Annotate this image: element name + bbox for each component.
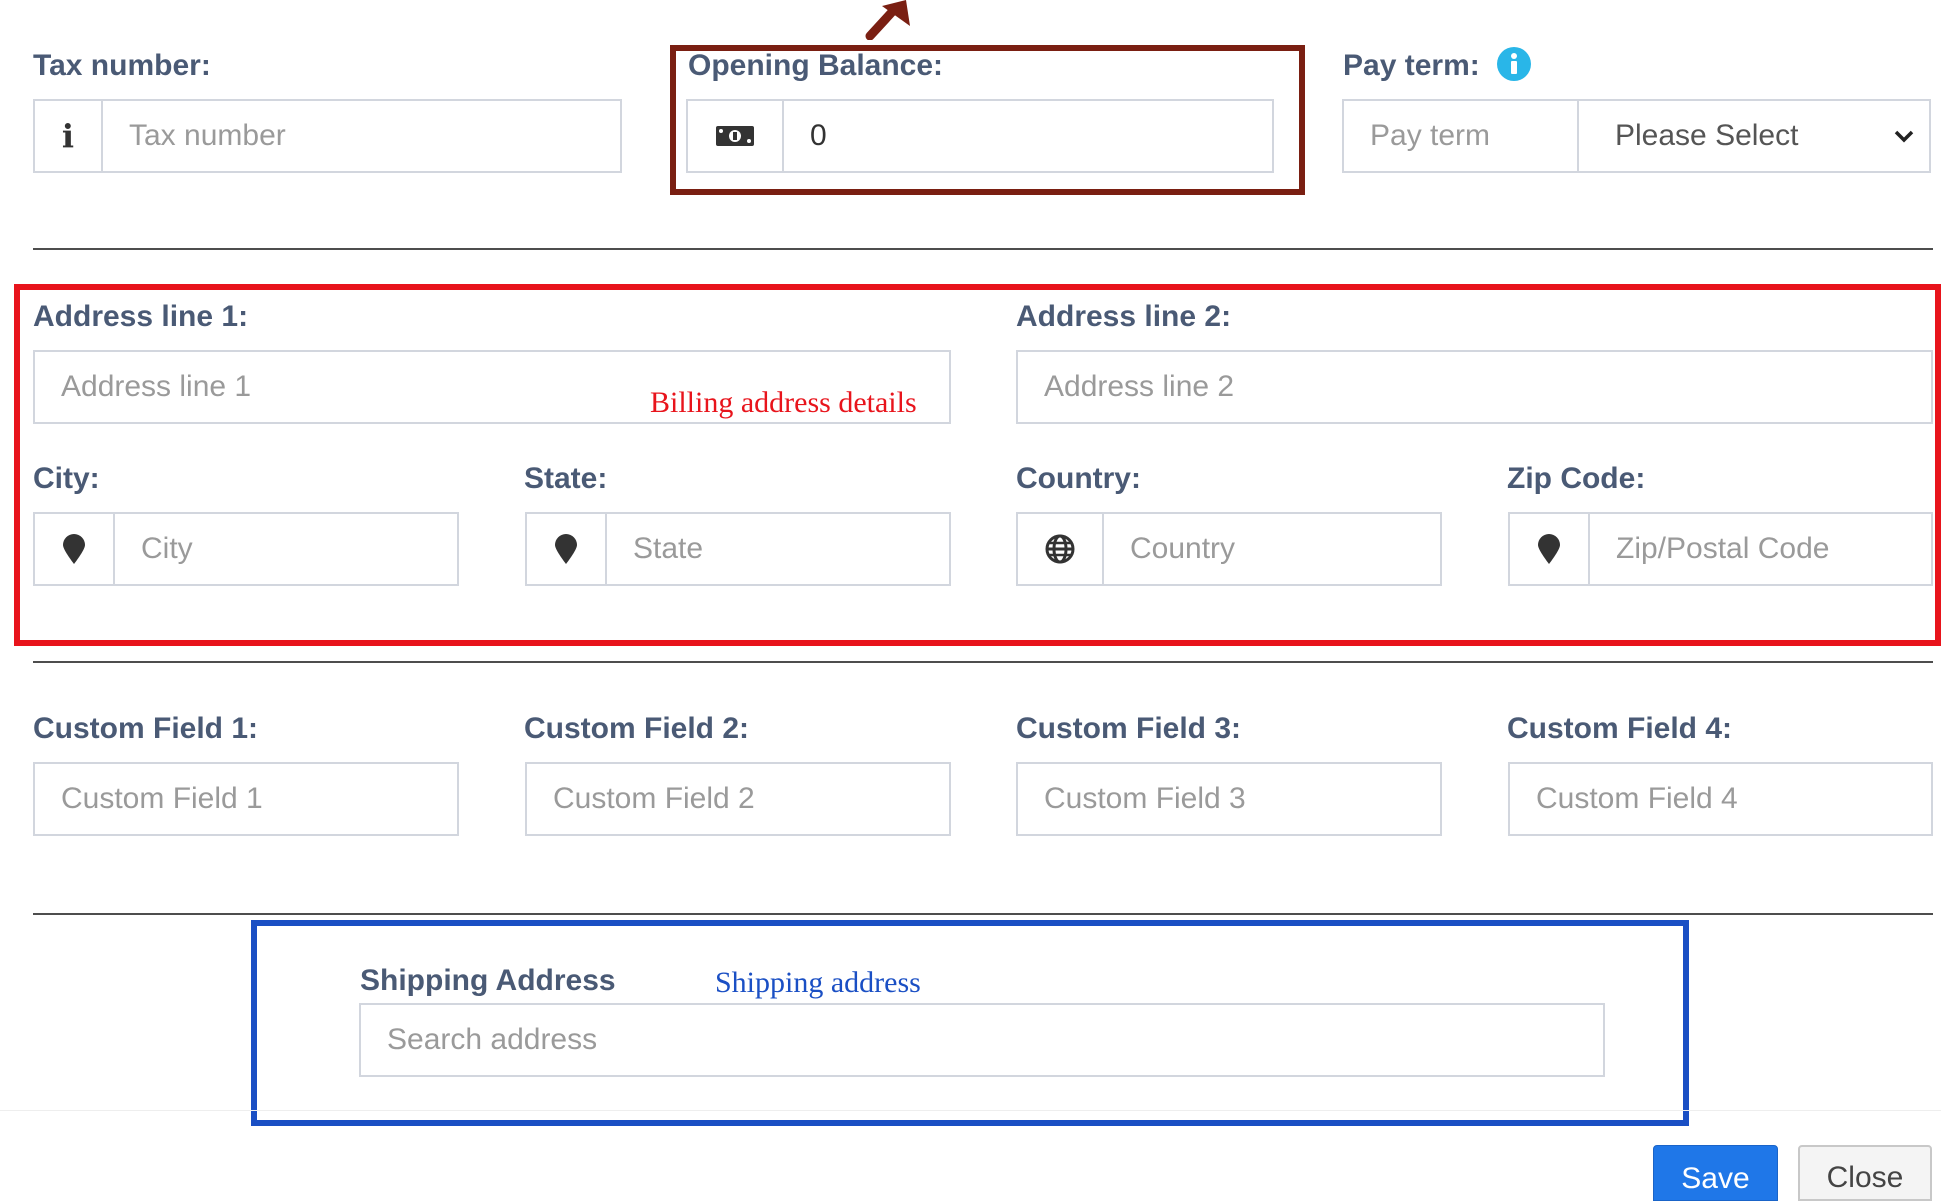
zip-code-label: Zip Code: <box>1507 462 1646 495</box>
pay-term-select-value: Please Select <box>1615 119 1799 152</box>
custom-field-3-field <box>1016 762 1442 836</box>
billing-address-highlight <box>14 284 1941 646</box>
custom-field-4-input[interactable] <box>1510 764 1931 834</box>
country-field <box>1016 512 1442 586</box>
custom-field-1-input[interactable] <box>35 764 457 834</box>
address-line-2-label: Address line 2: <box>1016 300 1232 333</box>
zip-code-field <box>1508 512 1933 586</box>
save-button[interactable]: Save <box>1653 1145 1778 1201</box>
city-label: City: <box>33 462 100 495</box>
shipping-address-field <box>359 1003 1605 1077</box>
address-line-2-field <box>1016 350 1933 424</box>
custom-field-2-label: Custom Field 2: <box>524 712 750 745</box>
country-label: Country: <box>1016 462 1141 495</box>
opening-balance-input[interactable] <box>784 101 1272 171</box>
shipping-address-search-input[interactable] <box>361 1005 1603 1075</box>
custom-field-1-field <box>33 762 459 836</box>
custom-field-2-field <box>525 762 951 836</box>
custom-field-2-input[interactable] <box>527 764 949 834</box>
section-divider <box>33 913 1933 915</box>
money-icon <box>688 101 784 171</box>
state-input[interactable] <box>607 514 949 584</box>
pay-term-select[interactable]: Please Select <box>1577 99 1931 173</box>
map-marker-icon <box>35 514 115 584</box>
section-divider <box>33 661 1933 663</box>
state-label: State: <box>524 462 608 495</box>
modal-footer-border <box>0 1110 1941 1111</box>
state-field <box>525 512 951 586</box>
section-divider <box>33 248 1933 250</box>
billing-annotation: Billing address details <box>650 386 917 419</box>
pay-term-number-field <box>1342 99 1579 173</box>
shipping-address-label: Shipping Address <box>360 964 616 997</box>
chevron-down-icon <box>1894 130 1914 143</box>
custom-field-1-label: Custom Field 1: <box>33 712 259 745</box>
city-field <box>33 512 459 586</box>
address-line-1-label: Address line 1: <box>33 300 249 333</box>
address-line-2-input[interactable] <box>1018 352 1931 422</box>
pay-term-input[interactable] <box>1344 101 1577 171</box>
opening-balance-field <box>686 99 1274 173</box>
tax-number-field: i <box>33 99 622 173</box>
city-input[interactable] <box>115 514 457 584</box>
custom-field-3-label: Custom Field 3: <box>1016 712 1242 745</box>
country-input[interactable] <box>1104 514 1440 584</box>
info-circle-icon[interactable] <box>1497 47 1531 81</box>
info-icon: i <box>35 101 103 171</box>
map-marker-icon <box>1510 514 1590 584</box>
map-marker-icon <box>527 514 607 584</box>
shipping-annotation: Shipping address <box>715 966 921 999</box>
custom-field-4-label: Custom Field 4: <box>1507 712 1733 745</box>
annotation-arrow-icon <box>865 0 910 40</box>
pay-term-label: Pay term: <box>1343 49 1480 82</box>
opening-balance-label: Opening Balance: <box>688 49 944 82</box>
tax-number-input[interactable] <box>103 101 620 171</box>
custom-field-3-input[interactable] <box>1018 764 1440 834</box>
zip-code-input[interactable] <box>1590 514 1931 584</box>
tax-number-label: Tax number: <box>33 49 211 82</box>
close-button[interactable]: Close <box>1798 1145 1932 1201</box>
globe-icon <box>1018 514 1104 584</box>
custom-field-4-field <box>1508 762 1933 836</box>
